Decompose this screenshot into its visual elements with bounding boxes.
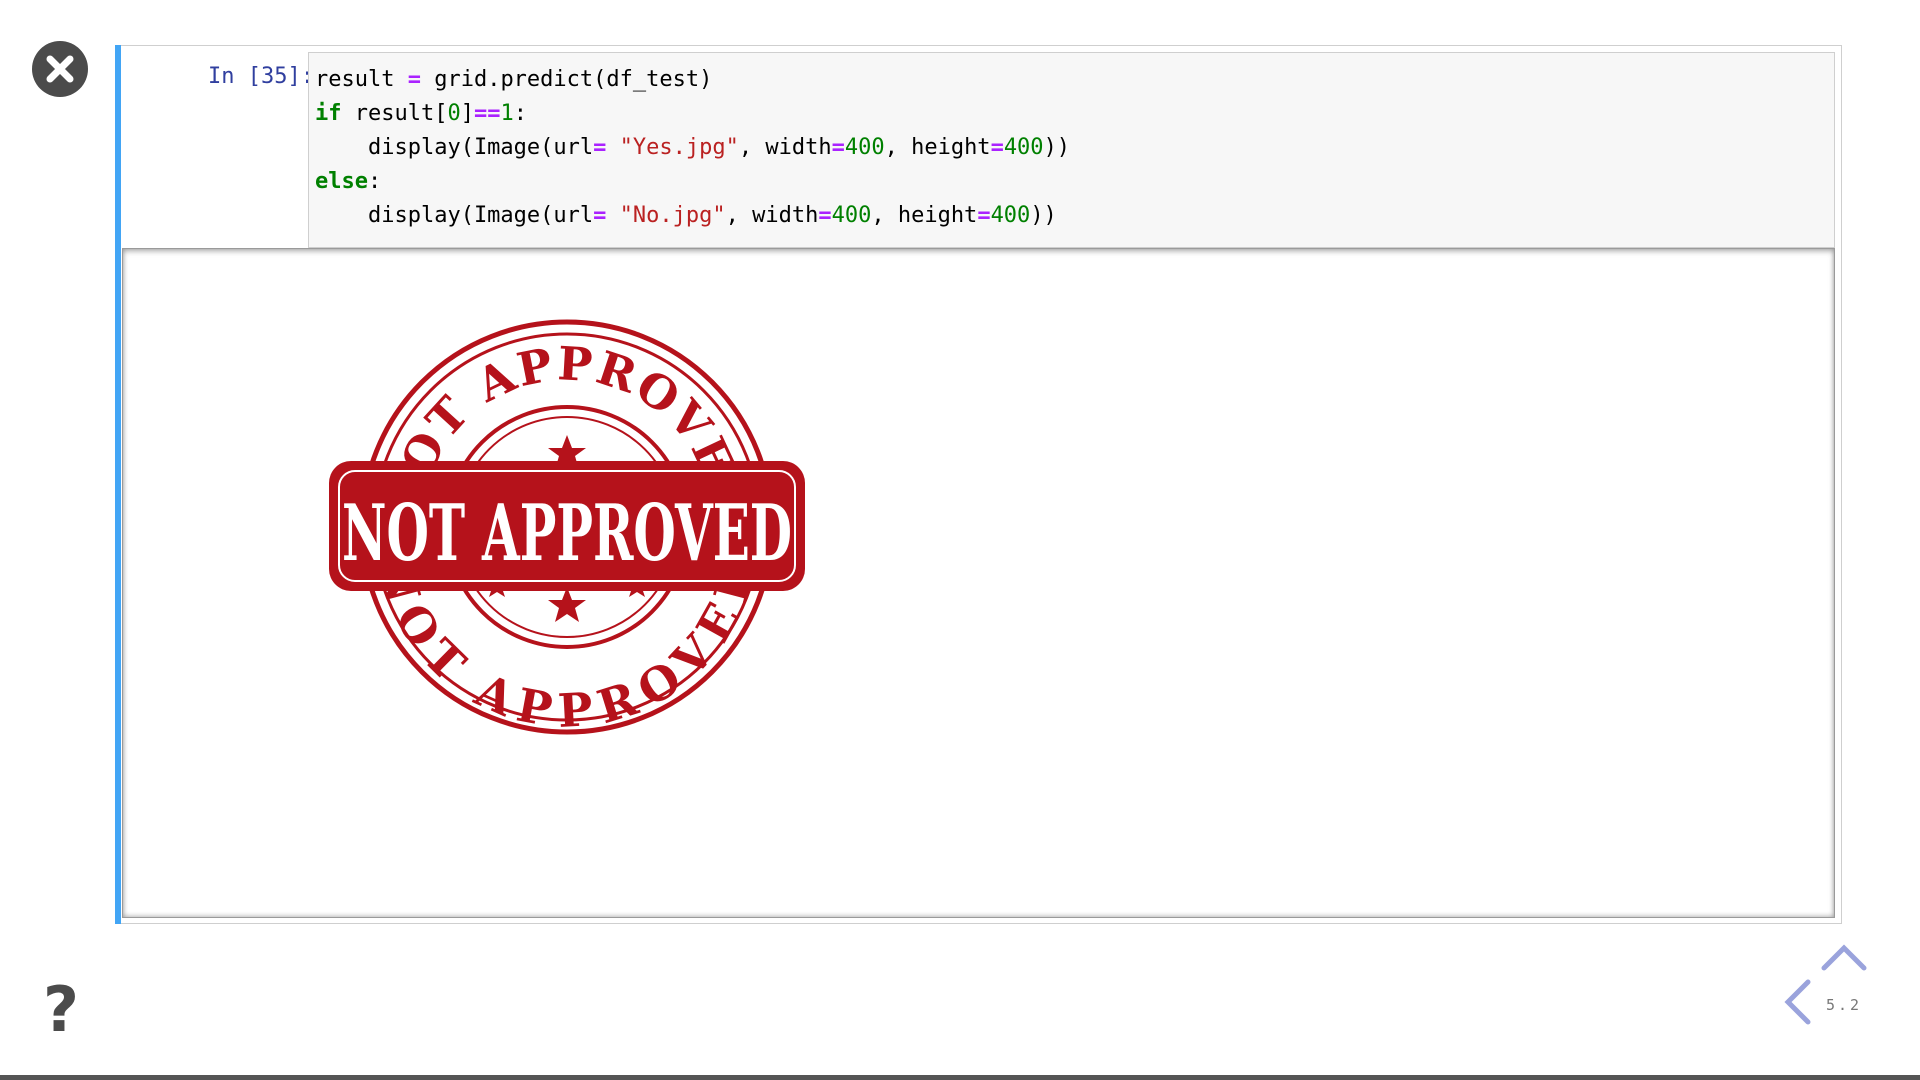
code-line: else:: [315, 169, 382, 194]
code-input[interactable]: result = grid.predict(df_test) if result…: [308, 52, 1835, 248]
code-line: if result[0]==1:: [315, 101, 527, 126]
code-line: result = grid.predict(df_test): [315, 67, 713, 92]
chevron-left-icon[interactable]: [1784, 978, 1812, 1026]
input-prompt: In [35]:: [208, 64, 314, 89]
cell-selected-indicator: [115, 45, 121, 924]
help-button[interactable]: ?: [38, 979, 84, 1041]
not-approved-stamp-image: NOT APPROVED NOT APPROVED NOT APPROVED: [329, 319, 805, 738]
slide-number: 5.2: [1826, 996, 1863, 1014]
code-text: result = grid.predict(df_test) if result…: [315, 63, 1828, 233]
progress-bar: [0, 1075, 1920, 1080]
stamp-banner-text: NOT APPROVED: [342, 488, 792, 579]
chevron-up-icon[interactable]: [1820, 944, 1868, 972]
close-button[interactable]: [32, 41, 88, 97]
code-line: display(Image(url= "No.jpg", width=400, …: [315, 203, 1057, 228]
close-icon: [46, 55, 74, 83]
code-line: display(Image(url= "Yes.jpg", width=400,…: [315, 135, 1071, 160]
notebook-cell[interactable]: In [35]: result = grid.predict(df_test) …: [115, 45, 1842, 924]
question-icon: ?: [43, 973, 79, 1046]
output-area: NOT APPROVED NOT APPROVED NOT APPROVED: [122, 248, 1835, 918]
